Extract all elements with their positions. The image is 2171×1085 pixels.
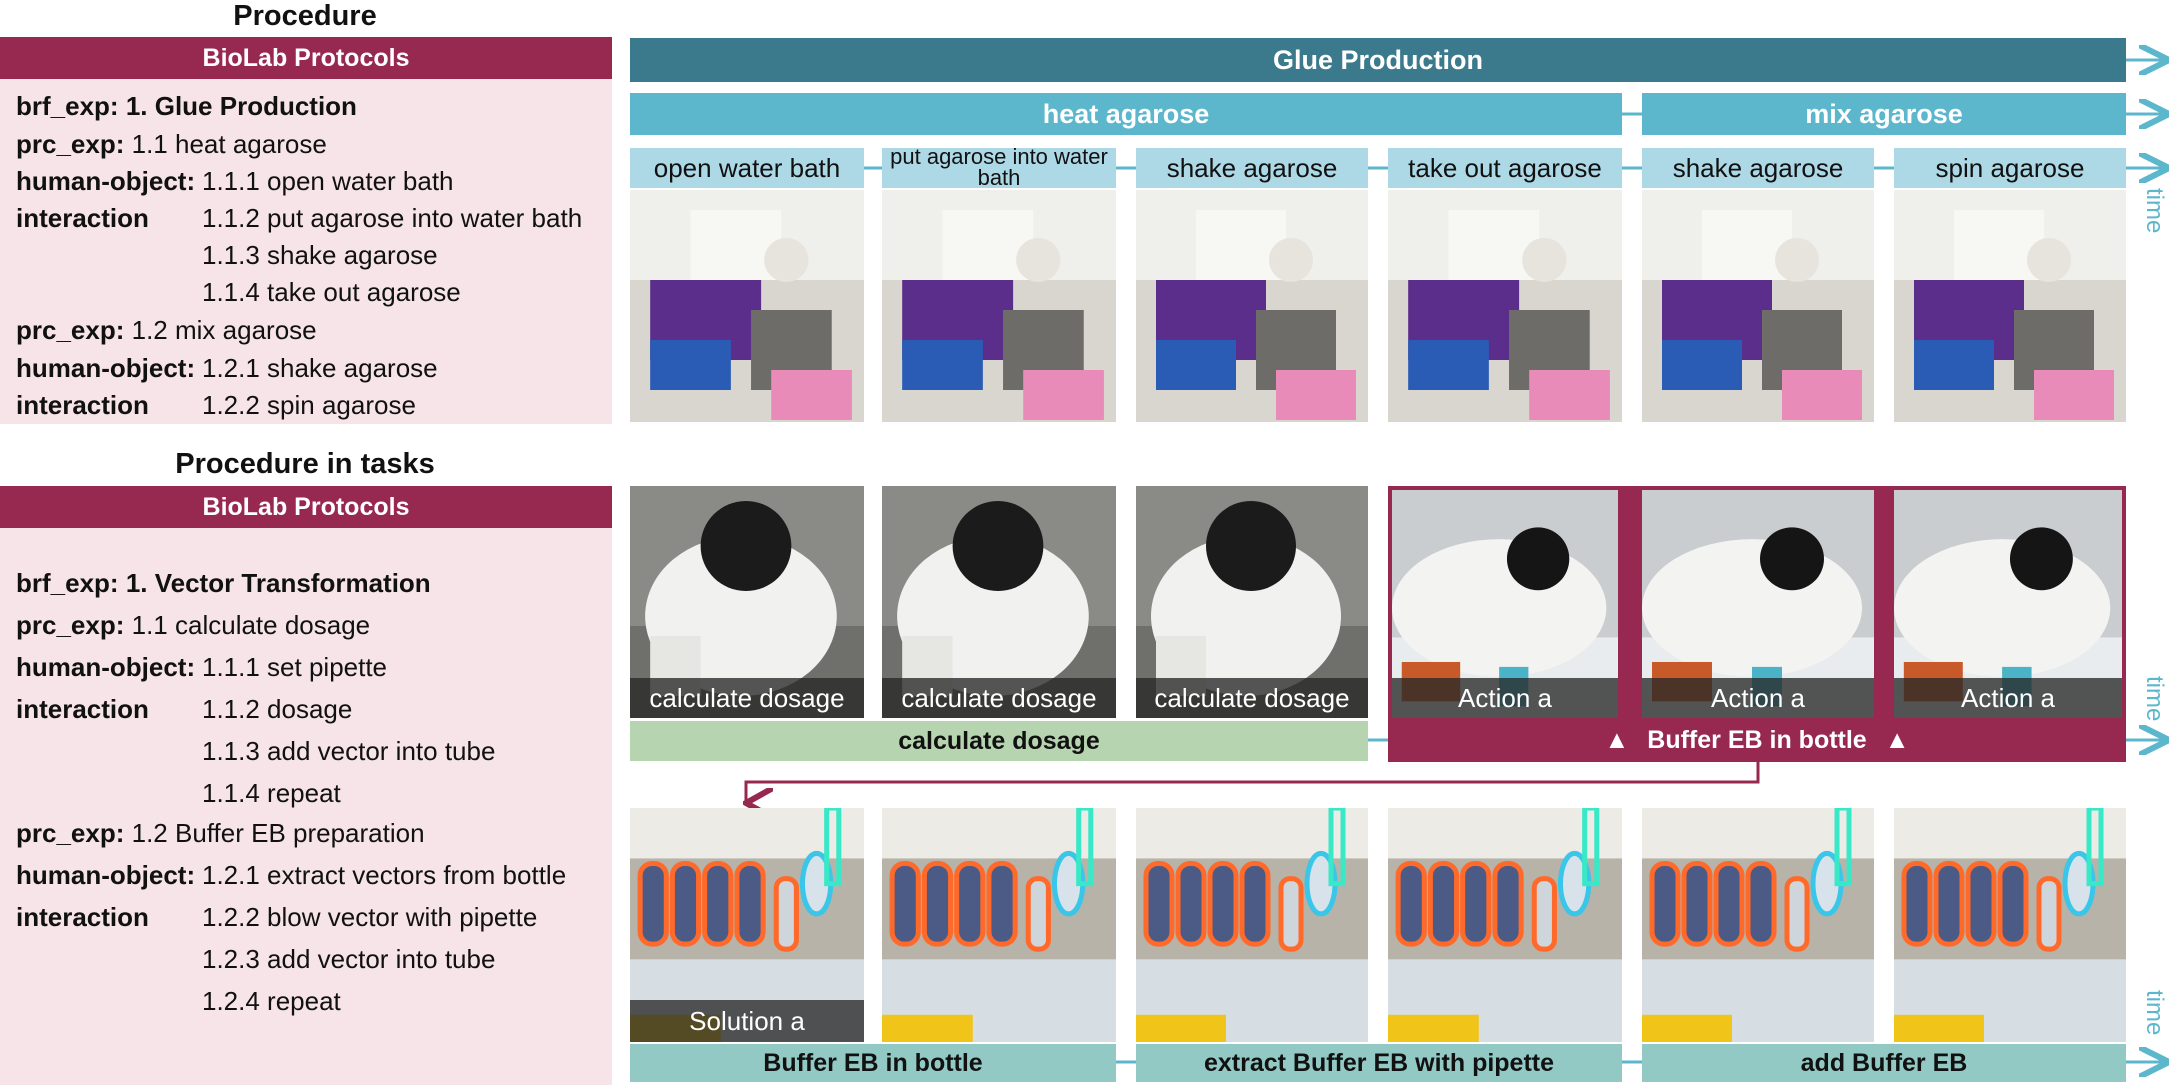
step-item: 1.2.1 extract vectors from bottle: [202, 860, 567, 890]
action-label: open water bath: [630, 148, 864, 188]
triangle-icon: ▲: [1884, 725, 1910, 754]
action-label: shake agarose: [1136, 148, 1368, 188]
time-axis-label: time: [2141, 990, 2168, 1036]
hoi-line-1: human-object:: [16, 166, 196, 196]
step-item: 1.2.2 spin agarose: [202, 390, 416, 420]
hoi-line-2b: interaction: [16, 390, 149, 420]
steps-1: 1.1.1 open water bath 1.1.2 put agarose …: [202, 168, 582, 316]
frame-caption: Solution a: [630, 1000, 864, 1042]
subtask-bar-mix-agarose: mix agarose: [1642, 93, 2126, 135]
hoi-line-2: human-object:: [16, 353, 196, 383]
segment-bar: add Buffer EB: [1642, 1044, 2126, 1082]
procedure-title: Procedure: [233, 0, 377, 32]
action-label: shake agarose: [1642, 148, 1874, 188]
step-item: 1.1.2 put agarose into water bath: [202, 203, 583, 233]
hoi-line-1b: interaction: [16, 203, 149, 233]
step-item: 1.1.1 open water bath: [202, 166, 454, 196]
subtask-bar-heat-agarose: heat agarose: [630, 93, 1622, 135]
step-item: 1.2.3 add vector into tube: [202, 944, 496, 974]
triangle-icon: ▲: [1604, 725, 1630, 754]
frame-caption: calculate dosage: [882, 678, 1116, 718]
video-frame: [1894, 190, 2126, 422]
action-label: take out agarose: [1388, 148, 1622, 188]
step-item: 1.2.4 repeat: [202, 986, 341, 1016]
highlight-group-buffer-eb: Action a Action a Action a ▲ Buffer EB i…: [1388, 486, 2126, 762]
task-bar-glue-production: Glue Production: [630, 38, 2126, 82]
frame-caption: Action a: [1894, 678, 2122, 718]
highlight-label-text: Buffer EB in bottle: [1647, 725, 1867, 754]
segment-bar: extract Buffer EB with pipette: [1136, 1044, 1622, 1082]
frame-caption: calculate dosage: [1136, 678, 1368, 718]
step-item: 1.1.4 take out agarose: [202, 277, 461, 307]
frame-caption: Action a: [1642, 678, 1874, 718]
video-frame: [882, 190, 1116, 422]
step-item: 1.1.1 set pipette: [202, 652, 388, 682]
video-frame: [1136, 190, 1368, 422]
hoi-line-1b: interaction: [16, 694, 149, 724]
segment-bar: Buffer EB in bottle: [630, 1044, 1116, 1082]
frame-caption: calculate dosage: [630, 678, 864, 718]
steps-2: 1.2.1 shake agarose 1.2.2 spin agarose: [202, 355, 438, 429]
step-item: 1.1.3 shake agarose: [202, 240, 438, 270]
step-item: 1.1.3 add vector into tube: [202, 736, 496, 766]
video-frame: [882, 808, 1116, 1042]
highlight-label: ▲ Buffer EB in bottle ▲: [1388, 718, 2126, 762]
protocol-banner-bottom: BioLab Protocols: [0, 486, 612, 528]
video-frame: [1388, 190, 1622, 422]
prc-line-1: prc_exp: 1.1 calculate dosage: [16, 610, 371, 640]
video-frame: [1136, 808, 1368, 1042]
procedure-in-tasks-panel: brf_exp: 1. Vector Transformation prc_ex…: [0, 528, 612, 1085]
steps-2: 1.2.1 extract vectors from bottle 1.2.2 …: [202, 862, 566, 1030]
step-item: 1.2.2 blow vector with pipette: [202, 902, 538, 932]
video-frame: [1642, 808, 1874, 1042]
protocol-banner-top: BioLab Protocols: [0, 37, 612, 79]
frame-caption: Action a: [1392, 678, 1618, 718]
segment-bar-calculate-dosage: calculate dosage: [630, 721, 1368, 761]
step-item: 1.1.4 repeat: [202, 778, 341, 808]
video-frame: [1388, 808, 1622, 1042]
expand-arrow: [746, 762, 1760, 803]
procedure-in-tasks-title: Procedure in tasks: [175, 448, 435, 480]
hoi-line-1: human-object:: [16, 652, 196, 682]
step-item: 1.1.2 dosage: [202, 694, 353, 724]
brf-line: brf_exp: 1. Vector Transformation: [16, 568, 431, 598]
video-frame: [1642, 190, 1874, 422]
video-frame: [630, 190, 864, 422]
time-axis-label: time: [2141, 188, 2168, 234]
procedure-panel: brf_exp: 1. Glue Production prc_exp: 1.1…: [0, 79, 612, 424]
hoi-line-2b: interaction: [16, 902, 149, 932]
steps-1: 1.1.1 set pipette 1.1.2 dosage 1.1.3 add…: [202, 654, 495, 822]
prc-line-2: prc_exp: 1.2 mix agarose: [16, 315, 317, 345]
action-label: spin agarose: [1894, 148, 2126, 188]
video-frame: [1894, 808, 2126, 1042]
brf-line: brf_exp: 1. Glue Production: [16, 91, 357, 121]
prc-line-2: prc_exp: 1.2 Buffer EB preparation: [16, 818, 425, 848]
step-item: 1.2.1 shake agarose: [202, 353, 438, 383]
prc-line-1: prc_exp: 1.1 heat agarose: [16, 129, 327, 159]
hoi-line-2: human-object:: [16, 860, 196, 890]
time-axis-label: time: [2141, 676, 2168, 722]
action-label: put agarose into water bath: [882, 146, 1116, 189]
